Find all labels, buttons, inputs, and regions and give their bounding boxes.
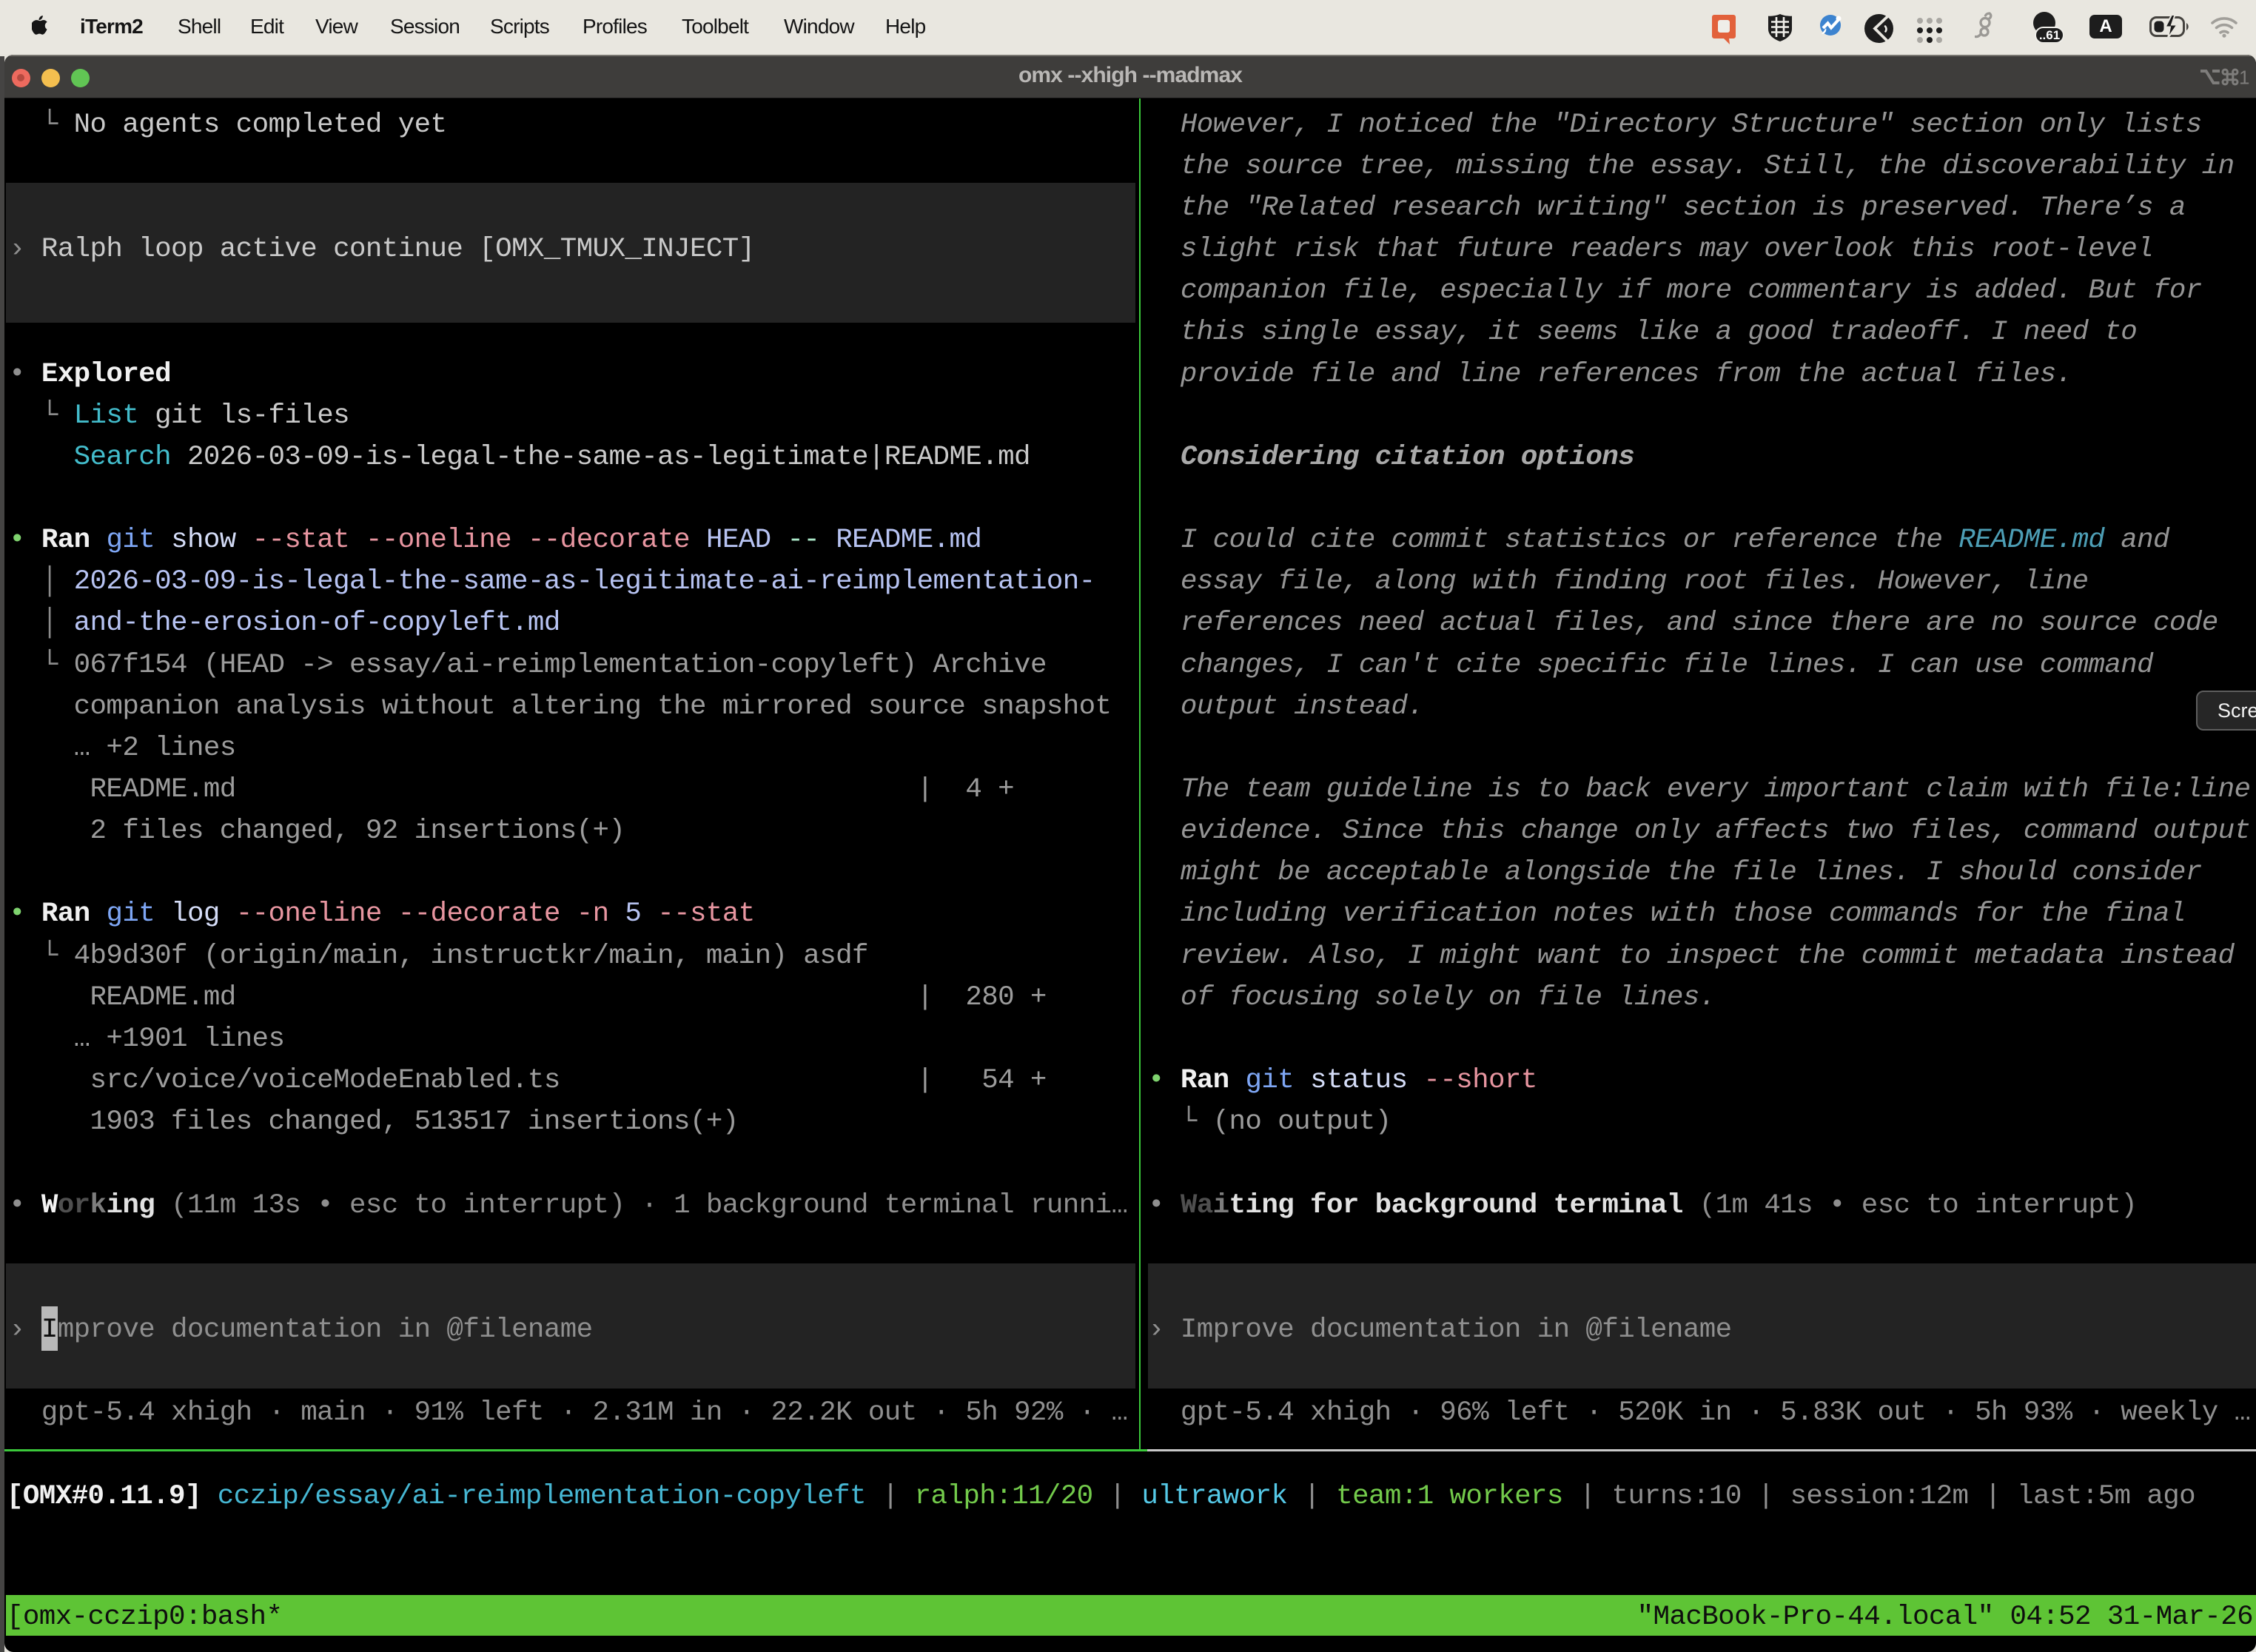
svg-text:1: 1 xyxy=(2239,68,2249,87)
svg-text:..61: ..61 xyxy=(2039,28,2060,42)
